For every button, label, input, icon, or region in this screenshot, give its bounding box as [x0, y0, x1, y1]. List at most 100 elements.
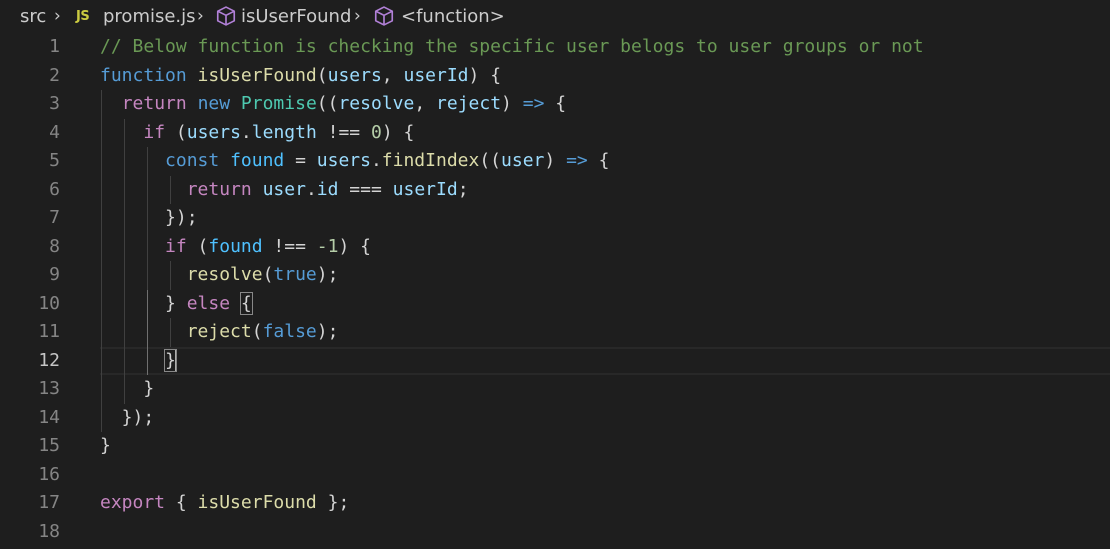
code-token: !== [262, 235, 317, 257]
code-token: } [100, 435, 111, 456]
code-line[interactable]: 12 } [0, 346, 1110, 376]
code-token: ( [165, 121, 187, 143]
text-cursor [174, 349, 177, 372]
chevron-right-icon: › [354, 6, 361, 26]
code-line[interactable]: 13 } [0, 375, 1110, 404]
code-token: . [240, 121, 252, 143]
code-token: return [186, 178, 252, 200]
code-token: { [587, 150, 610, 171]
code-token: ) [501, 93, 523, 114]
code-line[interactable]: 7 }); [0, 204, 1110, 233]
code-token: false [262, 321, 317, 342]
code-token: isUserFound [197, 492, 317, 513]
code-text: } else { [100, 290, 253, 319]
code-token: } [100, 378, 155, 399]
code-token: ) { [338, 235, 371, 257]
breadcrumb: src › JS promise.js › isUserFound › <fun… [0, 0, 1110, 34]
line-number: 11 [38, 321, 60, 342]
breadcrumb-folder[interactable]: src [20, 5, 46, 29]
breadcrumb-file[interactable]: promise.js [103, 5, 196, 29]
code-token: => [566, 150, 588, 171]
code-line[interactable]: 17 export { isUserFound }; [0, 489, 1110, 518]
code-token: return [121, 93, 187, 114]
code-line[interactable]: 9 resolve(true); [0, 261, 1110, 290]
code-token: resolve [338, 93, 415, 114]
code-line[interactable]: 4 if (users.length !== 0) { [0, 118, 1110, 148]
code-text: if (users.length !== 0) { [100, 119, 414, 148]
code-line[interactable]: 1 // Below function is checking the speci… [0, 33, 1110, 62]
code-line[interactable]: 14 }); [0, 403, 1110, 433]
code-token: 0 [370, 121, 382, 143]
code-token: length [251, 121, 317, 143]
breadcrumb-function[interactable]: <function> [401, 5, 505, 29]
method-cube-icon [374, 6, 394, 26]
code-text: return user.id === userId; [100, 176, 469, 205]
code-token: found [230, 150, 285, 171]
code-token: findIndex [381, 150, 480, 171]
line-number: 3 [49, 93, 60, 114]
code-line[interactable]: 8 if (found !== -1) { [0, 232, 1110, 261]
code-token: userId [403, 64, 469, 86]
code-line[interactable]: 15} [0, 432, 1110, 461]
code-token: reject [436, 93, 502, 114]
code-token: if [165, 235, 187, 257]
code-token: id [316, 178, 339, 200]
code-token: . [305, 178, 317, 200]
line-number: 13 [38, 378, 60, 399]
code-token: (( [479, 150, 502, 171]
code-token: . [370, 150, 382, 171]
code-text: } [100, 347, 177, 376]
code-token: // Below function is checking the specif… [100, 36, 924, 57]
line-number: 6 [49, 178, 60, 200]
code-token: { [165, 492, 198, 513]
code-line[interactable]: 10 } else { [0, 289, 1110, 319]
current-line-highlight [100, 346, 1110, 375]
code-editor[interactable]: 1 // Below function is checking the speci… [0, 33, 1110, 549]
code-token: ); [316, 321, 339, 342]
line-number: 9 [49, 264, 60, 285]
code-token: } [100, 292, 187, 314]
code-token: user [262, 178, 306, 200]
code-line[interactable]: 2 function isUserFound(users, userId) { [0, 62, 1110, 91]
code-line[interactable]: 16 [0, 461, 1110, 490]
line-number: 10 [38, 292, 60, 314]
code-token: }); [100, 207, 198, 228]
line-number: 15 [38, 435, 60, 456]
code-line[interactable]: 3 return new Promise((resolve, reject) =… [0, 90, 1110, 119]
code-text: }); [100, 404, 155, 433]
code-token: users [186, 121, 241, 143]
code-text: reject(false); [100, 318, 339, 347]
code-token: if [143, 121, 166, 143]
code-token: function [100, 64, 187, 86]
breadcrumb-symbol[interactable]: isUserFound [241, 5, 351, 29]
line-number: 8 [49, 235, 60, 257]
line-number: 12 [38, 349, 60, 371]
line-number: 7 [49, 207, 60, 228]
code-token: (( [316, 93, 339, 114]
code-line[interactable]: 5 const found = users.findIndex((user) =… [0, 147, 1110, 176]
code-token: ); [316, 264, 339, 285]
code-token: === [338, 178, 393, 200]
code-line[interactable]: 6 return user.id === userId; [0, 175, 1110, 205]
code-text: } [100, 432, 111, 461]
method-cube-icon [216, 6, 236, 26]
code-text: function isUserFound(users, userId) { [100, 62, 501, 91]
code-text: } [100, 375, 154, 404]
code-token: = [284, 150, 317, 171]
code-line[interactable]: 11 reject(false); [0, 318, 1110, 347]
code-token: }; [316, 492, 350, 513]
code-token: ) { [468, 64, 502, 86]
code-line[interactable]: 18 [0, 518, 1110, 547]
code-token: user [501, 150, 545, 171]
